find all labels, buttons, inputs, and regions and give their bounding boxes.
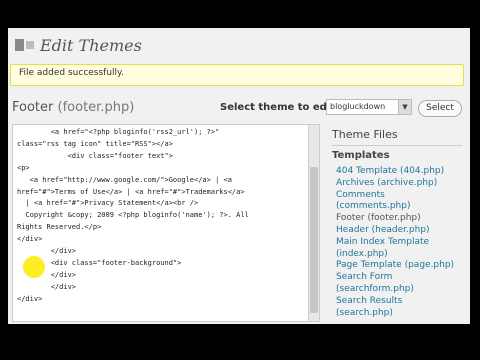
select-theme-label: Select theme to edit: [220,102,340,113]
file-link[interactable]: Comments [336,190,454,202]
file-link[interactable]: Header (header.php) [336,225,454,237]
success-notice: File added successfully. [10,64,464,86]
theme-select[interactable]: blogluckdown ▼ [326,99,412,115]
page-title: Edit Themes [40,36,142,55]
editor-scrollbar[interactable] [308,125,319,321]
mouse-cursor-highlight [23,256,45,278]
file-link[interactable]: (comments.php) [336,201,454,213]
screen-frame: Edit Themes File added successfully. Foo… [8,28,470,324]
appearance-icon [15,39,34,51]
template-file-list: 404 Template (404.php) Archives (archive… [336,166,454,319]
scrollbar-thumb[interactable] [310,167,318,313]
divider [332,145,462,146]
file-link[interactable]: 404 Template (404.php) [336,166,454,178]
file-link[interactable]: Archives (archive.php) [336,178,454,190]
file-link[interactable]: Search Results [336,296,454,308]
file-link[interactable]: (searchform.php) [336,284,454,296]
file-link[interactable]: (search.php) [336,308,454,320]
file-name: (footer.php) [57,100,135,115]
chevron-down-icon: ▼ [398,100,411,114]
templates-heading: Templates [332,150,390,161]
page-header: Edit Themes [8,28,470,58]
file-link[interactable]: Search Form [336,272,454,284]
select-button[interactable]: Select [418,100,462,117]
theme-files-title: Theme Files [332,128,398,141]
code-content[interactable]: <a href="<?php bloginfo('rss2_url'); ?>"… [17,127,249,306]
file-link-current[interactable]: Footer (footer.php) [336,213,454,225]
theme-select-value: blogluckdown [330,102,386,111]
file-label: Footer [12,100,54,115]
notice-text: File added successfully. [19,68,124,78]
file-link[interactable]: (index.php) [336,249,454,261]
theme-files-sidebar: Theme Files Templates 404 Template (404.… [328,124,468,324]
file-heading: Footer (footer.php) [12,100,134,115]
file-link[interactable]: Page Template (page.php) [336,260,454,272]
file-link[interactable]: Main Index Template [336,237,454,249]
code-editor[interactable]: <a href="<?php bloginfo('rss2_url'); ?>"… [12,124,320,322]
